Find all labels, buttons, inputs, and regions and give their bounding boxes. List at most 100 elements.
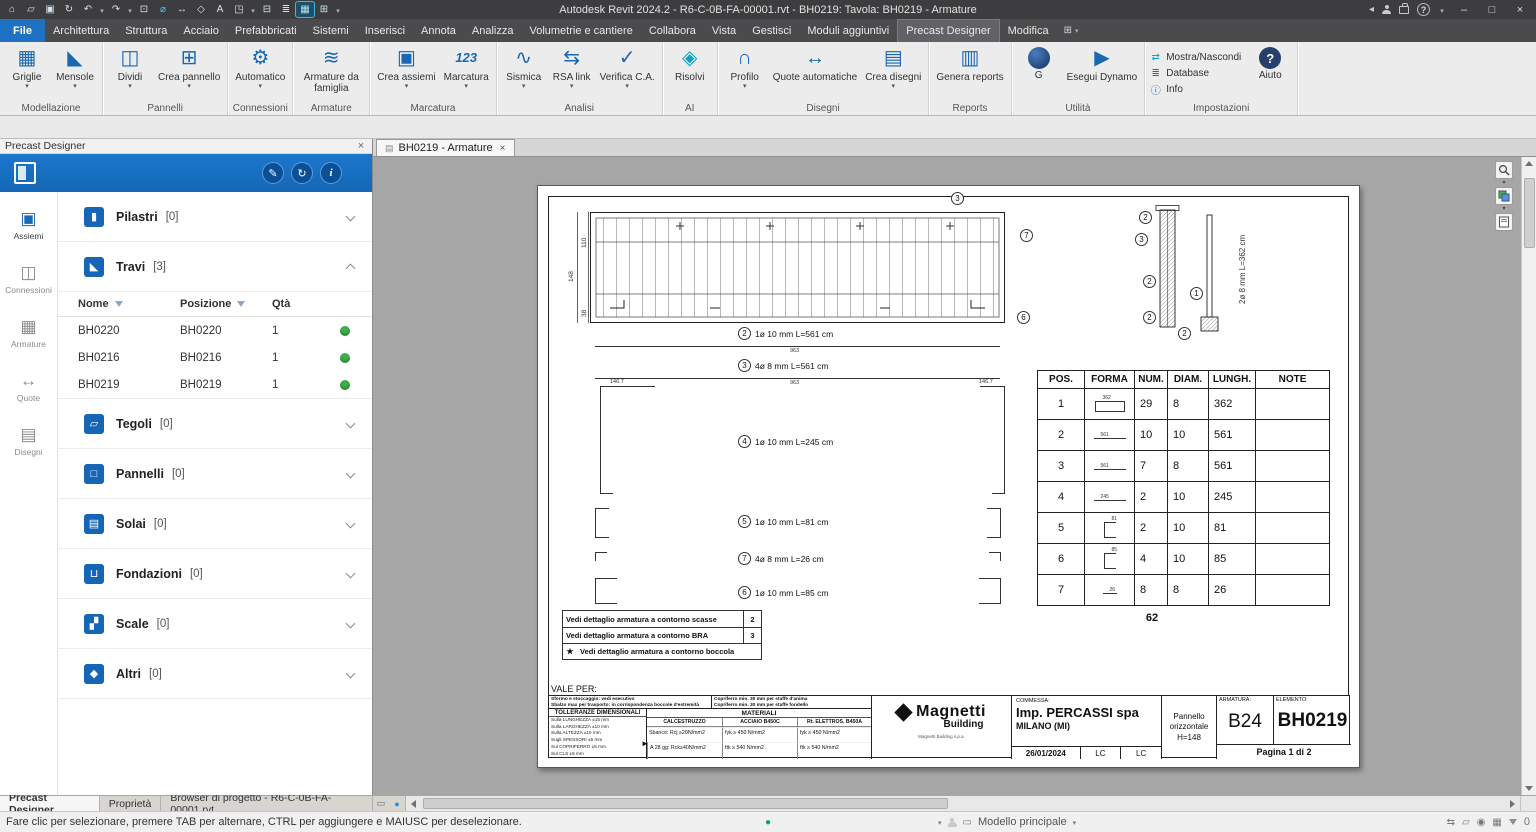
tab-gestisci[interactable]: Gestisci bbox=[744, 19, 799, 42]
esegui-dynamo-button[interactable]: ▶Esegui Dynamo bbox=[1064, 45, 1141, 102]
category-tegoli[interactable]: ▱ Tegoli[0] bbox=[58, 399, 372, 449]
rail-item-disegni[interactable]: ▤Disegni bbox=[0, 414, 57, 468]
tab-analizza[interactable]: Analizza bbox=[464, 19, 522, 42]
refresh-button[interactable]: ↻ bbox=[291, 162, 313, 184]
filter-icon[interactable] bbox=[1509, 819, 1517, 825]
sync-icon[interactable]: ↻ bbox=[60, 2, 78, 17]
scroll-right-icon[interactable] bbox=[1505, 796, 1520, 811]
drawing-canvas[interactable]: 148 110 38 3 7 6 bbox=[373, 157, 1536, 795]
scroll-left-icon[interactable] bbox=[406, 796, 421, 811]
monitor-icon[interactable]: ▭ bbox=[963, 817, 972, 828]
schedules-icon[interactable]: ▦ bbox=[296, 2, 314, 17]
aiuto-button[interactable]: ?Aiuto bbox=[1247, 45, 1293, 102]
quote-automatiche-button[interactable]: ↔Quote automatiche bbox=[770, 45, 861, 102]
visual-style-icon[interactable]: ● bbox=[389, 796, 405, 811]
tab-prefabbricati[interactable]: Prefabbricati bbox=[227, 19, 305, 42]
model-dropdown-icon[interactable] bbox=[1073, 816, 1077, 828]
section-icon[interactable]: ⊟ bbox=[258, 2, 276, 17]
tab-collabora[interactable]: Collabora bbox=[641, 19, 704, 42]
category-travi[interactable]: ◣ Travi[3] bbox=[58, 242, 372, 292]
filter-icon[interactable] bbox=[115, 301, 123, 307]
tab-acciaio[interactable]: Acciaio bbox=[175, 19, 226, 42]
aligned-dimension-icon[interactable]: ↔ bbox=[173, 2, 191, 17]
crea-assiemi-button[interactable]: ▣Crea assiemi bbox=[374, 45, 438, 102]
automatico-button[interactable]: ⚙Automatico bbox=[232, 45, 288, 102]
restore-button[interactable]: □ bbox=[1482, 4, 1502, 16]
edit-button[interactable]: ✎ bbox=[262, 162, 284, 184]
crea-disegni-button[interactable]: ▤Crea disegni bbox=[862, 45, 924, 102]
tab-sistemi[interactable]: Sistemi bbox=[305, 19, 357, 42]
crea-pannello-button[interactable]: ⊞Crea pannello bbox=[155, 45, 223, 102]
category-pannelli[interactable]: □ Pannelli[0] bbox=[58, 449, 372, 499]
rail-item-quote[interactable]: ↔Quote bbox=[0, 360, 57, 414]
rsa-link-button[interactable]: ⇆RSA link bbox=[549, 45, 595, 102]
collaborate-icon[interactable] bbox=[948, 818, 957, 827]
travi-row-bh0219[interactable]: BH0219 BH0219 1 bbox=[58, 371, 372, 398]
undo-dropdown-icon[interactable] bbox=[98, 4, 106, 16]
tab-annota[interactable]: Annota bbox=[413, 19, 464, 42]
redo-dropdown-icon[interactable] bbox=[126, 4, 134, 16]
risolvi-button[interactable]: ◈Risolvi bbox=[667, 45, 713, 102]
horizontal-scrollbar-thumb[interactable] bbox=[423, 798, 948, 809]
worksharing-status-icon[interactable]: ● bbox=[765, 817, 771, 828]
close-button[interactable]: × bbox=[1510, 4, 1530, 16]
info-button[interactable]: i bbox=[320, 162, 342, 184]
marcatura-button[interactable]: 123Marcatura bbox=[441, 45, 492, 102]
tab-architettura[interactable]: Architettura bbox=[45, 19, 117, 42]
active-model-label[interactable]: Modello principale bbox=[978, 816, 1067, 828]
category-fondazioni[interactable]: ⊔ Fondazioni[0] bbox=[58, 549, 372, 599]
rail-item-armature[interactable]: ▦Armature bbox=[0, 306, 57, 360]
drawing-sheet[interactable]: 148 110 38 3 7 6 bbox=[537, 185, 1360, 768]
select-pinned-icon[interactable]: ◉ bbox=[1477, 817, 1486, 828]
category-pilastri[interactable]: ▮ Pilastri[0] bbox=[58, 192, 372, 242]
close-view-icon[interactable]: × bbox=[500, 143, 506, 154]
panel-tab-proprieta[interactable]: Proprietà bbox=[100, 796, 162, 811]
vertical-scrollbar-thumb[interactable] bbox=[1524, 178, 1535, 248]
text-icon[interactable]: A bbox=[211, 2, 229, 17]
tab-struttura[interactable]: Struttura bbox=[117, 19, 175, 42]
tab-file[interactable]: File bbox=[0, 19, 45, 42]
rail-item-assiemi[interactable]: ▣Assiemi bbox=[0, 198, 57, 252]
views-tool-button[interactable] bbox=[1495, 187, 1513, 205]
panel-tab-precast-designer[interactable]: Precast Designer bbox=[0, 796, 100, 811]
rail-item-connessioni[interactable]: ◫Connessioni bbox=[0, 252, 57, 306]
scroll-down-icon[interactable] bbox=[1525, 786, 1533, 791]
help-dropdown-icon[interactable] bbox=[1438, 4, 1446, 16]
verifica-ca-button[interactable]: ✓Verifica C.A. bbox=[597, 45, 658, 102]
panel-close-icon[interactable]: × bbox=[355, 140, 367, 152]
store-icon[interactable] bbox=[1399, 6, 1409, 14]
tab-vista[interactable]: Vista bbox=[704, 19, 744, 42]
home-icon[interactable]: ⌂ bbox=[3, 2, 21, 17]
horizontal-scrollbar[interactable] bbox=[405, 796, 1520, 811]
panel-titlebar[interactable]: Precast Designer × bbox=[0, 139, 372, 154]
travi-row-bh0220[interactable]: BH0220 BH0220 1 bbox=[58, 317, 372, 344]
options-dropdown-icon[interactable] bbox=[938, 816, 942, 828]
3d-view-icon[interactable]: ◳ bbox=[230, 2, 248, 17]
select-elements-icon[interactable]: ▦ bbox=[1492, 817, 1501, 828]
category-scale[interactable]: ▞ Scale[0] bbox=[58, 599, 372, 649]
save-icon[interactable]: ▣ bbox=[41, 2, 59, 17]
account-icon[interactable] bbox=[1382, 5, 1391, 14]
select-links-icon[interactable]: ⇆ bbox=[1447, 817, 1455, 828]
tag-icon[interactable]: ◇ bbox=[192, 2, 210, 17]
minimize-button[interactable]: – bbox=[1454, 4, 1474, 16]
griglie-button[interactable]: ▦Griglie bbox=[4, 45, 50, 102]
category-solai[interactable]: ▤ Solai[0] bbox=[58, 499, 372, 549]
thin-lines-icon[interactable]: ≣ bbox=[277, 2, 295, 17]
redo-icon[interactable]: ↷ bbox=[107, 2, 125, 17]
filter-icon[interactable] bbox=[237, 301, 245, 307]
sheet-tool-button[interactable] bbox=[1495, 213, 1513, 231]
dividi-button[interactable]: ◫Dividi bbox=[107, 45, 153, 102]
scroll-up-icon[interactable] bbox=[1525, 161, 1533, 166]
tab-modifica[interactable]: Modifica bbox=[1000, 19, 1057, 42]
tab-moduli-aggiuntivi[interactable]: Moduli aggiuntivi bbox=[799, 19, 897, 42]
zoom-tool-button[interactable] bbox=[1495, 161, 1513, 179]
panel-tab-browser-di-progetto[interactable]: Browser di progetto - R6-C-0B-FA-00001.r… bbox=[161, 796, 373, 811]
profilo-button[interactable]: ∩Profilo bbox=[722, 45, 768, 102]
database-item[interactable]: ≣Database bbox=[1149, 66, 1241, 80]
genera-reports-button[interactable]: ▥Genera reports bbox=[933, 45, 1006, 102]
tab-precast-designer[interactable]: Precast Designer bbox=[897, 19, 999, 42]
tab-volumetrie-e-cantiere[interactable]: Volumetrie e cantiere bbox=[521, 19, 640, 42]
tab-inserisci[interactable]: Inserisci bbox=[357, 19, 413, 42]
selection-panel-dropdown[interactable]: ⊞ bbox=[1057, 19, 1086, 42]
